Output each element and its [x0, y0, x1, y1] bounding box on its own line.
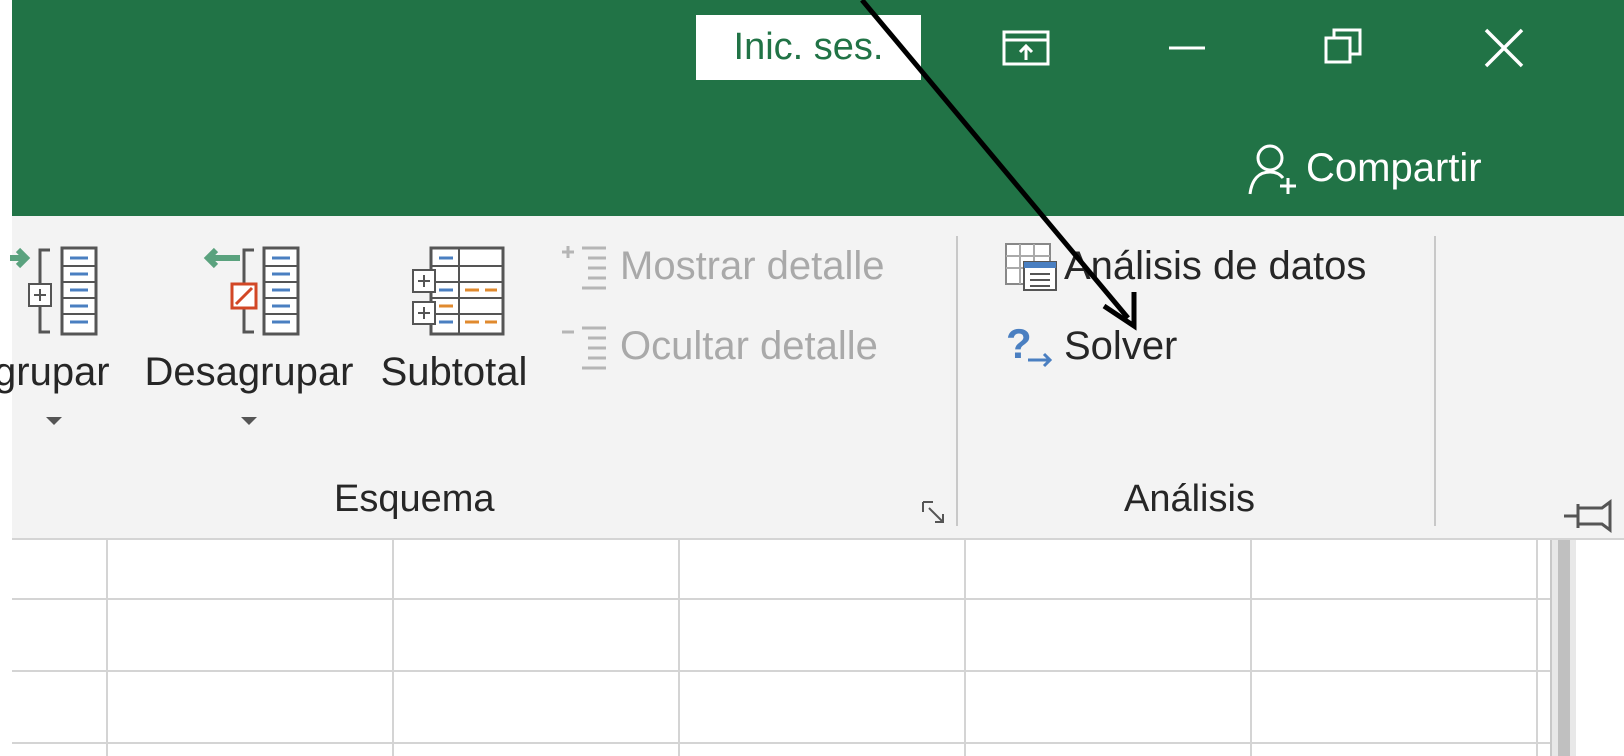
- subtotal-button[interactable]: Subtotal: [374, 236, 534, 395]
- svg-text:?: ?: [1006, 320, 1032, 367]
- title-bar: Inic. ses. Compartir: [12, 0, 1624, 216]
- share-button[interactable]: Compartir: [1242, 138, 1482, 198]
- worksheet-grid[interactable]: [12, 540, 1552, 756]
- solver-icon: ?: [1006, 320, 1053, 368]
- column-border: [964, 540, 966, 756]
- sign-in-button[interactable]: Inic. ses.: [696, 15, 921, 80]
- share-person-icon: [1248, 144, 1296, 195]
- group-icon: [10, 246, 98, 336]
- close-icon[interactable]: [1474, 18, 1534, 78]
- subtotal-label: Subtotal: [380, 350, 528, 394]
- show-detail-button[interactable]: Mostrar detalle: [558, 236, 885, 296]
- dialog-launcher-icon[interactable]: [919, 498, 949, 528]
- solver-button[interactable]: ? Solver: [1002, 316, 1177, 376]
- subtotal-icon: [412, 246, 505, 336]
- show-detail-icon: [562, 246, 606, 290]
- group-separator: [1434, 236, 1436, 526]
- row-border: [12, 742, 1552, 744]
- ungroup-dropdown-icon[interactable]: [241, 417, 257, 425]
- schema-group-label: Esquema: [334, 478, 495, 520]
- data-analysis-button[interactable]: Análisis de datos: [1002, 236, 1366, 296]
- group-dropdown-icon[interactable]: [46, 417, 62, 425]
- ungroup-icon: [203, 246, 300, 336]
- row-border: [12, 670, 1552, 672]
- data-analysis-label: Análisis de datos: [1064, 243, 1367, 288]
- row-border: [12, 598, 1552, 600]
- analysis-group-label: Análisis: [1124, 478, 1255, 520]
- minimize-icon[interactable]: [1157, 18, 1217, 78]
- column-border: [106, 540, 108, 756]
- pin-ribbon-icon[interactable]: [1562, 498, 1622, 534]
- data-analysis-icon: [1005, 243, 1057, 291]
- hide-detail-button[interactable]: Ocultar detalle: [558, 316, 878, 376]
- show-detail-label: Mostrar detalle: [620, 243, 885, 288]
- hide-detail-icon: [562, 326, 606, 370]
- group-label: grupar: [0, 350, 110, 394]
- solver-label: Solver: [1064, 323, 1178, 368]
- share-label: Compartir: [1306, 145, 1482, 190]
- hide-detail-label: Ocultar detalle: [620, 323, 878, 368]
- scrollbar-thumb[interactable]: [1558, 540, 1570, 756]
- group-button[interactable]: grupar: [0, 236, 110, 425]
- column-border: [1536, 540, 1538, 756]
- restore-icon[interactable]: [1314, 18, 1374, 78]
- ungroup-label: Desagrupar: [144, 350, 354, 394]
- vertical-scrollbar[interactable]: [1550, 540, 1576, 756]
- column-border: [392, 540, 394, 756]
- ribbon: grupar Desagrupar Subtotal Mostrar detal…: [0, 216, 1624, 540]
- ribbon-display-options-icon[interactable]: [996, 18, 1056, 78]
- column-border: [678, 540, 680, 756]
- column-border: [1250, 540, 1252, 756]
- group-separator: [956, 236, 958, 526]
- ungroup-button[interactable]: Desagrupar: [144, 236, 354, 425]
